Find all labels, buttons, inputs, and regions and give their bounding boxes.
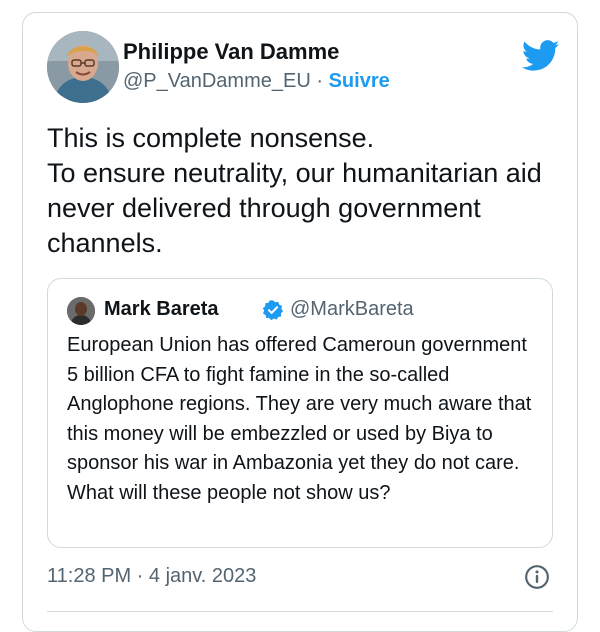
verified-badge-icon: [262, 300, 284, 321]
author-avatar[interactable]: [47, 31, 119, 103]
quoted-author-name[interactable]: Mark Bareta: [104, 298, 219, 321]
author-name[interactable]: Philippe Van Damme: [123, 39, 339, 65]
tweet-text: This is complete nonsense. To ensure neu…: [47, 123, 542, 258]
separator-dot: ·: [310, 70, 329, 92]
quoted-author-avatar[interactable]: [67, 297, 95, 325]
tweet-timestamp[interactable]: 11:28 PM · 4 janv. 2023: [47, 565, 256, 588]
twitter-bird-icon[interactable]: [522, 40, 560, 72]
quoted-tweet[interactable]: Mark Bareta @MarkBareta European Union h…: [47, 278, 553, 548]
quoted-author-handle[interactable]: @MarkBareta: [290, 298, 414, 321]
author-handle-row: @P_VanDamme_EU · Suivre: [123, 70, 390, 93]
quoted-tweet-text: European Union has offered Cameroun gove…: [67, 334, 532, 504]
follow-button[interactable]: Suivre: [329, 70, 390, 92]
tweet-card: Philippe Van Damme @P_VanDamme_EU · Suiv…: [22, 12, 578, 632]
divider: [47, 611, 553, 612]
info-icon[interactable]: [524, 564, 550, 590]
author-handle[interactable]: @P_VanDamme_EU: [123, 70, 311, 92]
